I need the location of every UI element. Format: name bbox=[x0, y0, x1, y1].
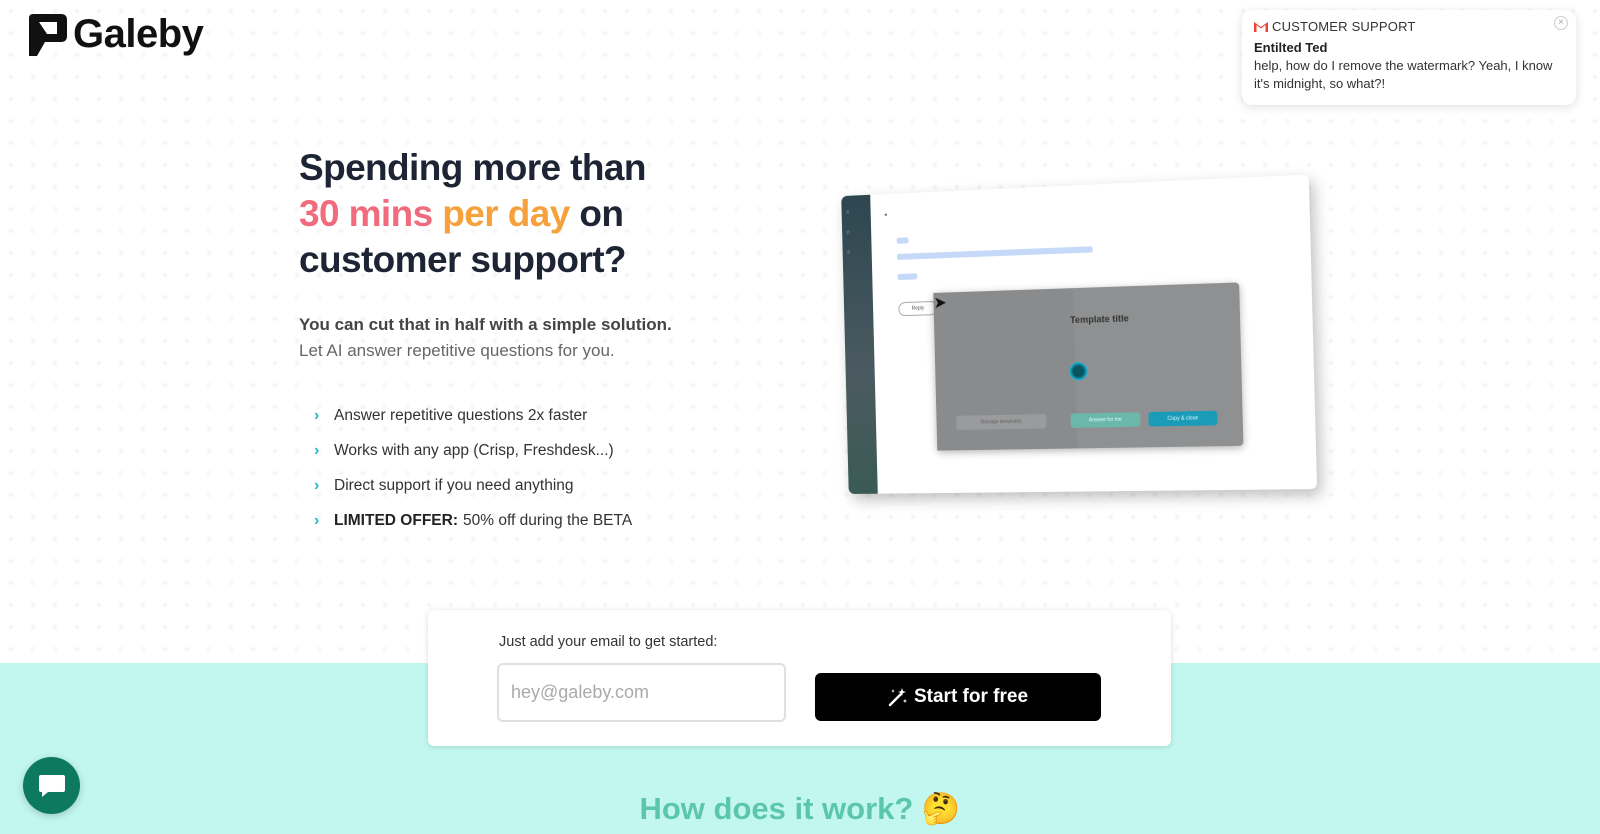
start-for-free-button[interactable]: Start for free bbox=[815, 673, 1101, 721]
notification-sender: Entilted Ted bbox=[1254, 40, 1328, 55]
mockup-loader-icon bbox=[1069, 361, 1088, 381]
feature-text: Direct support if you need anything bbox=[334, 476, 574, 494]
feature-list: › Answer repetitive questions 2x faster … bbox=[314, 398, 632, 538]
galeby-logo-icon bbox=[29, 13, 67, 56]
brand-name: Galeby bbox=[73, 12, 204, 56]
mockup-sender: ● bbox=[884, 212, 888, 219]
mockup-sidebar: ☆ ☆ ☆ bbox=[841, 194, 878, 495]
chevron-right-icon: › bbox=[314, 511, 320, 529]
email-client-mockup: ☆ ☆ ☆ ● Reply Template title Manage templa… bbox=[841, 174, 1318, 495]
customer-support-notification[interactable]: CUSTOMER SUPPORT × Entilted Ted help, ho… bbox=[1242, 10, 1576, 105]
mockup-line bbox=[896, 237, 909, 244]
chevron-right-icon: › bbox=[314, 476, 320, 494]
mockup-line bbox=[897, 246, 1093, 260]
hero-title-highlight-time: 30 mins bbox=[299, 193, 433, 234]
mockup-modal-title: Template title bbox=[1069, 313, 1129, 326]
chat-icon bbox=[38, 774, 65, 797]
start-button-label: Start for free bbox=[913, 686, 1029, 707]
hero-subtitle-light: Let AI answer repetitive questions for y… bbox=[299, 341, 615, 360]
mockup-copy-button: Copy & close bbox=[1148, 410, 1218, 427]
hero-title-highlight-day: per day bbox=[442, 193, 570, 234]
section-heading: How does it work? 🤔 bbox=[639, 791, 961, 826]
gmail-icon bbox=[1254, 21, 1268, 32]
close-icon[interactable]: × bbox=[1554, 16, 1568, 30]
feature-text: Answer repetitive questions 2x faster bbox=[334, 406, 588, 424]
magic-wand-icon bbox=[888, 688, 907, 707]
mockup-manage-button: Manage templates bbox=[956, 414, 1047, 431]
notification-header: CUSTOMER SUPPORT bbox=[1254, 19, 1564, 34]
email-input[interactable] bbox=[497, 663, 786, 722]
hero-title-prefix: Spending more than bbox=[299, 147, 646, 188]
chevron-right-icon: › bbox=[314, 441, 320, 459]
mockup-line bbox=[897, 273, 918, 281]
feature-item: › Answer repetitive questions 2x faster bbox=[314, 398, 632, 433]
brand-logo[interactable]: Galeby bbox=[27, 12, 204, 57]
chevron-right-icon: › bbox=[314, 406, 320, 424]
cursor-icon: ➤ bbox=[933, 294, 947, 313]
chat-launcher-button[interactable] bbox=[23, 757, 80, 814]
signup-label: Just add your email to get started: bbox=[499, 634, 718, 650]
feature-item: › LIMITED OFFER: 50% off during the BETA bbox=[314, 503, 632, 538]
hero-title: Spending more than 30 mins per day on cu… bbox=[299, 145, 719, 283]
mockup-template-modal: Template title Manage templates Answer f… bbox=[933, 282, 1244, 451]
feature-item: › Works with any app (Crisp, Freshdesk..… bbox=[314, 433, 632, 468]
feature-text: 50% off during the BETA bbox=[463, 511, 633, 529]
notification-message: help, how do I remove the watermark? Yea… bbox=[1254, 58, 1553, 91]
hero-subtitle-bold: You can cut that in half with a simple s… bbox=[299, 315, 672, 334]
signup-card: Just add your email to get started: Star… bbox=[428, 610, 1171, 746]
notification-source: CUSTOMER SUPPORT bbox=[1272, 19, 1416, 34]
feature-item: › Direct support if you need anything bbox=[314, 468, 632, 503]
product-screenshot: ☆ ☆ ☆ ● Reply Template title Manage templa… bbox=[841, 174, 1318, 516]
mockup-answer-button: Answer for me bbox=[1070, 412, 1141, 428]
hero-subtitle: You can cut that in half with a simple s… bbox=[299, 312, 759, 364]
mockup-reply-button: Reply bbox=[898, 300, 938, 317]
feature-text: Works with any app (Crisp, Freshdesk...) bbox=[334, 441, 614, 459]
feature-offer-label: LIMITED OFFER: bbox=[334, 511, 458, 529]
